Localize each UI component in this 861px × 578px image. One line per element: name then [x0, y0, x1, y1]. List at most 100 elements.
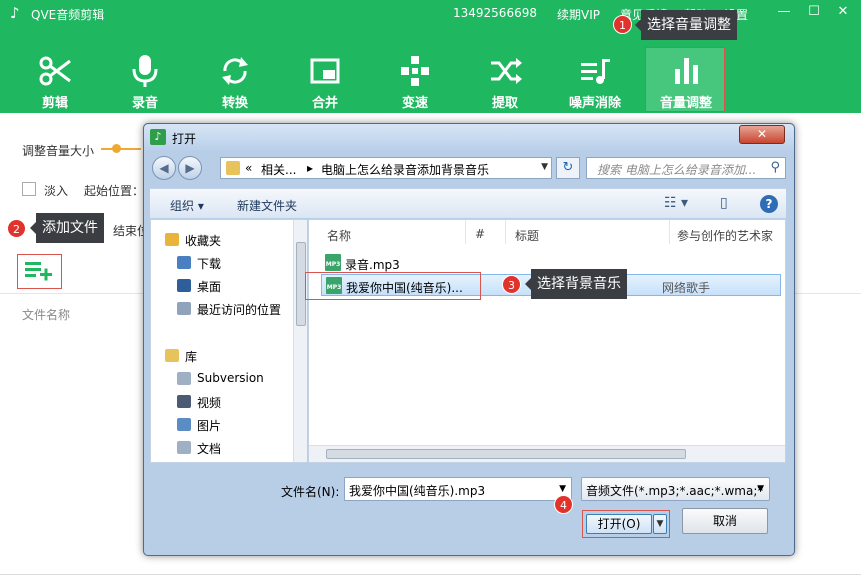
column-separator[interactable]	[669, 220, 670, 244]
folder-icon	[226, 161, 240, 175]
chevron-down-icon[interactable]: ▼	[757, 484, 764, 494]
breadcrumb-current-folder[interactable]: 电脑上怎么给录音添加背景音乐	[321, 161, 489, 178]
volume-slider-handle[interactable]	[112, 144, 121, 153]
open-options-dropdown[interactable]: ▼	[653, 514, 667, 534]
dialog-title-bar: ♪ 打开 ✕	[144, 124, 794, 151]
view-options-icon[interactable]: ☷ ▾	[664, 195, 688, 211]
minimize-button[interactable]: —	[772, 3, 796, 21]
file-name-value: 我爱你中国(纯音乐).mp3	[349, 484, 486, 498]
speed-icon	[401, 56, 429, 86]
dialog-close-button[interactable]: ✕	[739, 125, 785, 144]
tool-label: 剪辑	[41, 96, 68, 111]
open-file-dialog: ♪ 打开 ✕ ◀ ▶ « 相关... ▸ 电脑上怎么给录音添加背景音乐 ▼ ↻ …	[143, 123, 795, 556]
address-row: ◀ ▶ « 相关... ▸ 电脑上怎么给录音添加背景音乐 ▼ ↻ 搜索 电脑上怎…	[150, 154, 786, 182]
navigation-pane: 收藏夹 下载 桌面 最近访问的位置 库 Subversion 视频 图片 文档	[150, 219, 307, 463]
start-position-label: 起始位置：	[84, 184, 145, 198]
selected-file-highlight	[305, 272, 481, 300]
file-name-label: 文件名(N):	[281, 485, 340, 499]
forward-arrow-icon[interactable]: ▶	[178, 156, 202, 180]
search-icon[interactable]: ⚲	[770, 160, 780, 175]
open-button[interactable]: 打开(O)	[586, 514, 652, 534]
mp3-file-icon: MP3	[325, 254, 341, 271]
music-note-icon: ♪	[150, 129, 166, 145]
column-header-artist[interactable]: 参与创作的艺术家	[677, 227, 773, 244]
refresh-icon[interactable]: ↻	[556, 157, 580, 179]
extract-icon	[491, 58, 522, 84]
breadcrumb-related[interactable]: 相关...	[261, 161, 296, 178]
tool-bar: 剪辑 录音 转换 合并 变速 提取 噪声消除 音量调整	[0, 47, 861, 112]
pictures-library-icon	[177, 418, 191, 431]
tree-item-label: 收藏夹	[185, 234, 222, 248]
column-separator[interactable]	[465, 220, 466, 244]
step-badge-3: 3	[502, 275, 521, 294]
tree-item-label: 文档	[197, 442, 222, 456]
step-badge-2: 2	[7, 219, 26, 238]
preview-pane-icon[interactable]: ▯	[720, 195, 728, 211]
documents-library-icon	[177, 441, 191, 454]
chevron-down-icon[interactable]: ▼	[559, 484, 566, 494]
tool-label: 转换	[221, 96, 248, 111]
maximize-button[interactable]: ☐	[802, 3, 826, 21]
callout-select-music: 选择背景音乐	[525, 269, 627, 299]
tool-record[interactable]: 录音	[105, 48, 185, 112]
dialog-title: 打开	[172, 132, 197, 146]
scissors-icon	[39, 56, 71, 86]
tool-noise-removal[interactable]: 噪声消除	[555, 48, 635, 112]
close-button[interactable]: ✕	[831, 3, 855, 21]
column-header-number[interactable]: #	[475, 227, 485, 241]
tool-label: 音量调整	[659, 96, 712, 111]
column-header-title[interactable]: 标题	[515, 227, 539, 244]
fade-in-checkbox[interactable]	[22, 182, 36, 196]
tool-convert[interactable]: 转换	[195, 48, 275, 112]
tool-label: 录音	[131, 96, 158, 111]
vip-link[interactable]: 续期VIP	[557, 6, 600, 23]
library-icon	[165, 349, 179, 362]
file-type-select[interactable]: 音频文件(*.mp3;*.aac;*.wma;* ▼	[581, 477, 770, 501]
step-badge-4: 4	[554, 495, 573, 514]
bottom-border	[0, 574, 861, 575]
tool-cut[interactable]: 剪辑	[15, 48, 95, 112]
desktop-icon	[177, 279, 191, 292]
tree-item-label: 视频	[197, 396, 222, 410]
file-name-input[interactable]: 我爱你中国(纯音乐).mp3 ▼	[344, 477, 572, 501]
download-folder-icon	[177, 256, 191, 269]
tool-label: 变速	[401, 96, 428, 111]
fade-in-label: 淡入	[44, 184, 69, 198]
callout-select-volume: 选择音量调整	[635, 10, 737, 40]
new-folder-button[interactable]: 新建文件夹	[237, 197, 297, 214]
navigation-scrollbar[interactable]	[293, 220, 307, 462]
chevron-down-icon[interactable]: ▼	[541, 162, 548, 172]
music-note-icon: ♪	[10, 4, 20, 22]
organize-menu[interactable]: 组织 ▾	[170, 197, 204, 214]
column-header-name[interactable]: 名称	[327, 227, 351, 244]
callout-add-file: 添加文件	[30, 213, 104, 243]
tree-item-label: Subversion	[197, 371, 264, 385]
file-artist: 网络歌手	[662, 281, 711, 295]
tree-item-label: 下载	[197, 257, 222, 271]
volume-slider-track[interactable]	[101, 148, 141, 150]
microphone-icon	[132, 55, 158, 87]
document-library-icon	[177, 372, 191, 385]
back-arrow-icon[interactable]: ◀	[152, 156, 176, 180]
breadcrumb-overflow[interactable]: «	[245, 161, 252, 175]
tool-merge[interactable]: 合并	[285, 48, 365, 112]
address-bar[interactable]: « 相关... ▸ 电脑上怎么给录音添加背景音乐 ▼	[220, 157, 552, 179]
phone-number: 13492566698	[453, 6, 537, 20]
tool-extract[interactable]: 提取	[465, 48, 545, 112]
tree-item-label: 库	[185, 350, 198, 364]
tool-speed[interactable]: 变速	[375, 48, 455, 112]
breadcrumb-separator: ▸	[307, 161, 314, 175]
tool-label: 合并	[311, 96, 338, 111]
file-list-scrollbar[interactable]	[309, 445, 785, 462]
scrollbar-thumb[interactable]	[326, 449, 686, 459]
tree-item-label: 最近访问的位置	[197, 303, 282, 317]
column-separator[interactable]	[505, 220, 506, 244]
help-icon[interactable]: ?	[760, 195, 778, 213]
search-input[interactable]: 搜索 电脑上怎么给录音添加... ⚲	[586, 157, 786, 179]
cancel-button[interactable]: 取消	[682, 508, 768, 534]
add-file-button[interactable]	[17, 254, 62, 289]
video-library-icon	[177, 395, 191, 408]
tree-item-label: 桌面	[197, 280, 222, 294]
tool-volume-adjust[interactable]: 音量调整	[645, 47, 725, 112]
star-icon	[165, 233, 179, 246]
